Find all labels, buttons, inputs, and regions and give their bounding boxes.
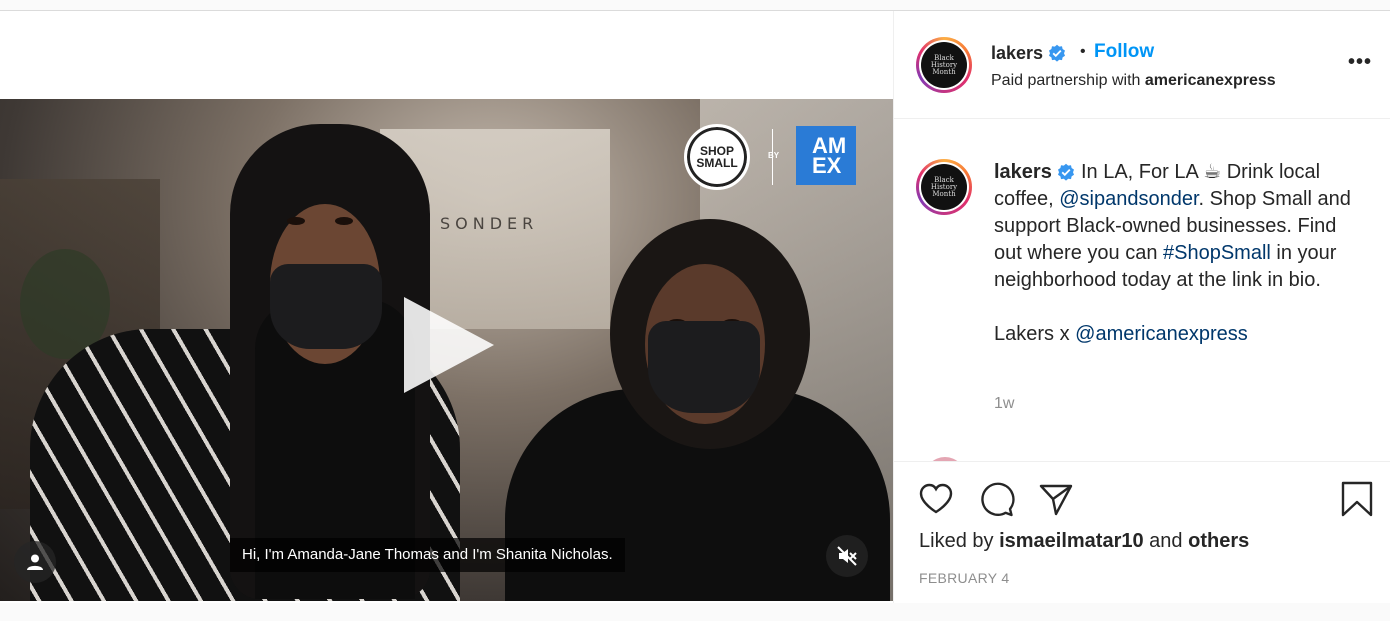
paid-partnership-label: Paid partnership with americanexpress: [991, 72, 1276, 90]
caption-comment: Black History Month lakers In LA, For LA…: [894, 119, 1390, 461]
post-card: SONDER SHOP SMALL BY AM EX Hi, I'm Amand…: [0, 10, 1390, 603]
post-actions: Liked by ismaeilmatar10 and others FEBRU…: [894, 461, 1390, 603]
comment-avatar-image: Black History Month: [921, 164, 967, 210]
user-icon: [27, 554, 43, 570]
post-header: Black History Month lakers • Follow Paid…: [894, 11, 1390, 119]
video-caption: Hi, I'm Amanda-Jane Thomas and I'm Shani…: [230, 538, 625, 572]
shop-small-logo-line2: SMALL: [696, 156, 738, 170]
person-left-eye: [287, 217, 305, 225]
mention-sipandsonder[interactable]: @sipandsonder: [1059, 188, 1198, 210]
hashtag-shopsmall[interactable]: #ShopSmall: [1163, 242, 1271, 264]
shop-small-logo: SHOP SMALL: [684, 124, 750, 190]
username[interactable]: lakers: [991, 43, 1043, 63]
page: SONDER SHOP SMALL BY AM EX Hi, I'm Amand…: [0, 0, 1390, 621]
caption-username[interactable]: lakers: [994, 161, 1052, 183]
play-button[interactable]: [404, 297, 494, 393]
liked-by-prefix: Liked by: [919, 530, 994, 552]
caption-text-part4: Lakers x: [994, 323, 1070, 345]
mute-button[interactable]: [826, 535, 868, 577]
save-bookmark-icon[interactable]: [1338, 480, 1376, 518]
avatar-text-line3: Month: [932, 67, 956, 76]
comment-icon[interactable]: [977, 480, 1015, 518]
amex-logo: AM EX: [796, 126, 856, 185]
wall-sign: SONDER: [440, 214, 539, 233]
avatar[interactable]: Black History Month: [916, 37, 972, 93]
verified-badge-icon: [1058, 163, 1075, 181]
caption-text: lakers In LA, For LA ☕ Drink local coffe…: [994, 159, 1364, 348]
comment-avatar[interactable]: Black History Month: [916, 159, 972, 215]
tagged-users-button[interactable]: [14, 541, 56, 583]
person-left-mask: [270, 264, 382, 349]
share-icon[interactable]: [1037, 480, 1075, 518]
partnership-prefix: Paid partnership with: [991, 72, 1141, 89]
liked-by-others-link[interactable]: others: [1188, 530, 1249, 552]
avatar-ring: Black History Month: [919, 40, 969, 90]
more-options-icon[interactable]: •••: [1348, 51, 1372, 74]
separator-dot: •: [1080, 43, 1086, 60]
comment-avatar-text-line3: Month: [932, 189, 956, 198]
mention-americanexpress[interactable]: @americanexpress: [1075, 323, 1248, 345]
post-date: FEBRUARY 4: [919, 570, 1010, 586]
person-right-mask: [648, 321, 760, 413]
comment-avatar-ring: Black History Month: [919, 162, 969, 212]
liked-by-and: and: [1149, 530, 1183, 552]
partner-link[interactable]: americanexpress: [1145, 72, 1276, 89]
amex-logo-line2: EX: [812, 153, 842, 178]
person-left-eye: [335, 217, 353, 225]
username-link[interactable]: lakers: [991, 43, 1066, 64]
comment-age: 1w: [994, 395, 1015, 412]
likes-summary: Liked by ismaeilmatar10 and others: [919, 530, 1249, 553]
verified-badge-icon: [1049, 44, 1066, 62]
avatar-image: Black History Month: [921, 42, 967, 88]
speaker-muted-icon: [837, 546, 857, 566]
follow-button[interactable]: Follow: [1094, 41, 1154, 63]
like-heart-icon[interactable]: [917, 480, 955, 518]
video-player[interactable]: SONDER SHOP SMALL BY AM EX Hi, I'm Amand…: [0, 99, 893, 601]
liked-by-user-link[interactable]: ismaeilmatar10: [999, 530, 1144, 552]
post-sidebar: Black History Month lakers • Follow Paid…: [893, 11, 1390, 603]
by-label: BY: [768, 151, 780, 160]
post-media: SONDER SHOP SMALL BY AM EX Hi, I'm Amand…: [0, 11, 893, 603]
